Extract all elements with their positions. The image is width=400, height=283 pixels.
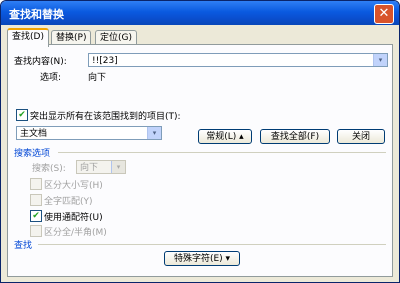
search-options-title: 搜索选项 <box>14 149 51 159</box>
find-input-value: !![23] <box>92 56 118 66</box>
find-input[interactable]: !![23] ▾ <box>88 53 388 67</box>
options-value: 向下 <box>88 73 107 83</box>
chevron-down-icon[interactable]: ▾ <box>373 54 387 66</box>
title-bar[interactable]: 查找和替换 ✕ <box>1 1 399 25</box>
normal-button[interactable]: 常规(L) ▴ <box>198 129 252 144</box>
options-label: 选项: <box>40 73 62 83</box>
highlight-label: 突出显示所有在该范围找到的项目(T): <box>30 112 181 122</box>
highlight-checkbox[interactable]: ✔ <box>16 109 28 121</box>
find-all-button[interactable]: 查找全部(F) <box>260 129 330 144</box>
find-replace-dialog: 查找和替换 ✕ 查找(D) 替换(P) 定位(G) 查找内容(N): !![23… <box>0 0 400 283</box>
find-label: 查找内容(N): <box>14 57 67 67</box>
search-direction-value: 向下 <box>80 163 99 173</box>
divider <box>38 244 386 245</box>
find-section-title: 查找 <box>14 241 33 251</box>
match-case-label: 区分大小写(H) <box>44 181 103 191</box>
wildcards-label: 使用通配符(U) <box>44 213 103 223</box>
chevron-down-icon[interactable]: ▾ <box>147 127 161 139</box>
match-case-checkbox[interactable] <box>30 178 42 190</box>
scope-value: 主文档 <box>20 129 48 139</box>
width-match-checkbox[interactable] <box>30 225 42 237</box>
special-characters-button[interactable]: 特殊字符(E) ▾ <box>164 251 240 266</box>
tab-goto[interactable]: 定位(G) <box>95 30 137 45</box>
whole-word-label: 全字匹配(Y) <box>44 197 93 207</box>
chevron-down-icon: ▾ <box>111 161 125 173</box>
whole-word-checkbox[interactable] <box>30 194 42 206</box>
close-icon[interactable]: ✕ <box>374 4 394 24</box>
close-button[interactable]: 关闭 <box>337 129 385 144</box>
search-direction-select[interactable]: 向下 ▾ <box>76 160 126 174</box>
divider <box>58 152 386 153</box>
scope-select[interactable]: 主文档 ▾ <box>16 126 162 140</box>
tab-replace[interactable]: 替换(P) <box>51 30 92 45</box>
dialog-title: 查找和替换 <box>9 8 64 21</box>
wildcards-checkbox[interactable]: ✔ <box>30 210 42 222</box>
width-match-label: 区分全/半角(M) <box>44 228 107 238</box>
tab-find[interactable]: 查找(D) <box>7 28 49 47</box>
search-direction-label: 搜索(S): <box>32 164 66 174</box>
find-panel: 查找内容(N): !![23] ▾ 选项: 向下 ✔ 突出显示所有在该范围找到的… <box>7 44 393 277</box>
